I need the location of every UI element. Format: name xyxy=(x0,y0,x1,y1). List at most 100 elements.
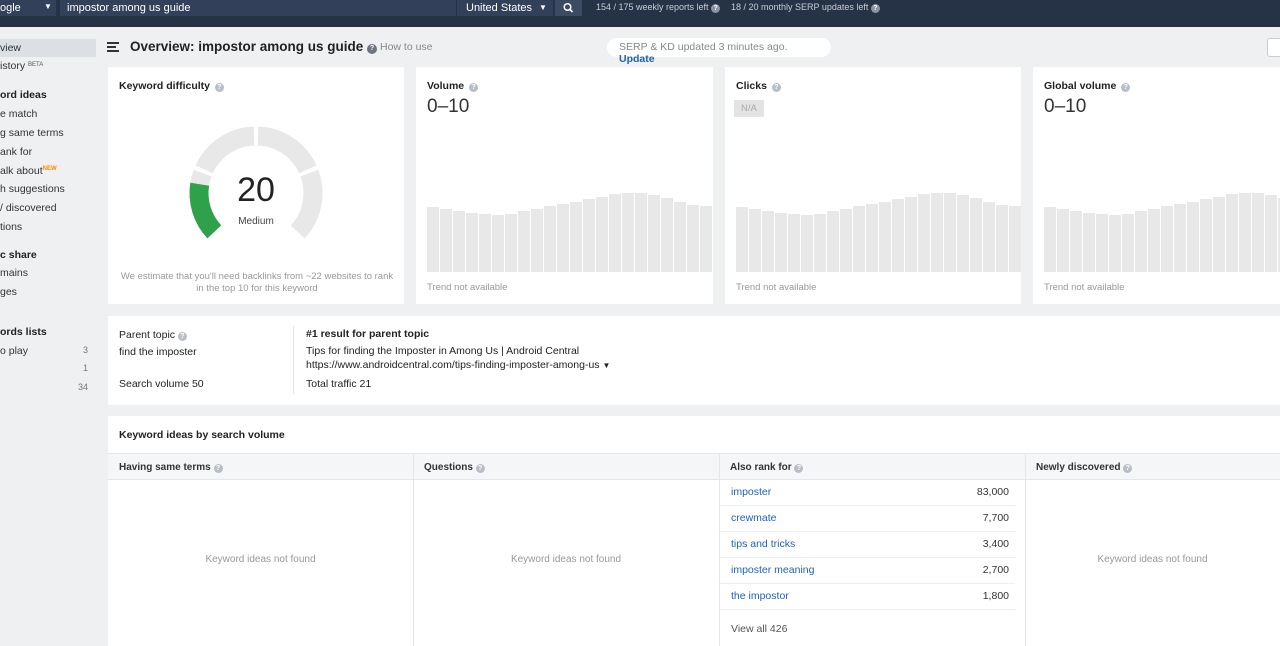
parent-topic-link[interactable]: find the imposter xyxy=(119,346,197,358)
trend-bar xyxy=(544,206,556,272)
trend-bar xyxy=(1057,209,1069,272)
trend-bar xyxy=(736,207,748,272)
clicks-card: Clicks ? N/A Trend not available xyxy=(725,67,1021,304)
volume-value: 0–10 xyxy=(427,96,470,117)
trend-bar xyxy=(648,195,660,272)
column-header: Questions ? xyxy=(413,453,719,480)
help-icon[interactable]: ? xyxy=(870,4,880,13)
help-icon[interactable]: ? xyxy=(1121,83,1131,92)
trend-bar xyxy=(1265,195,1277,272)
update-button[interactable]: Update xyxy=(619,53,655,65)
trend-bar xyxy=(749,209,761,272)
trend-note: Trend not available xyxy=(736,282,817,293)
sidebar-item-having-same-terms[interactable]: g same terms xyxy=(0,127,64,139)
caret-down-icon[interactable]: ▼ xyxy=(602,361,610,370)
gauge-segment-empty xyxy=(195,126,255,174)
sidebar-heading-keywords-lists: ords lists xyxy=(0,326,47,338)
trend-bar xyxy=(827,211,839,272)
sidebar-item-questions[interactable]: tions xyxy=(0,221,22,233)
list-count: 34 xyxy=(77,382,88,392)
sidebar-item-history[interactable]: istory BETA xyxy=(0,60,43,72)
gauge-segment-empty xyxy=(257,126,317,174)
keyword-volume: 83,000 xyxy=(976,486,1009,498)
trend-bar xyxy=(1044,207,1056,272)
help-icon[interactable]: ? xyxy=(771,83,781,92)
column-header: Newly discovered ? xyxy=(1025,453,1280,480)
sidebar-item-search-suggestions[interactable]: h suggestions xyxy=(0,183,65,195)
trend-bar xyxy=(479,214,491,272)
help-icon[interactable]: ? xyxy=(794,464,804,473)
chevron-down-icon: ▼ xyxy=(539,3,547,12)
trend-bar xyxy=(583,199,595,272)
view-all-link[interactable]: View all 426 xyxy=(731,623,787,635)
top-result-title-link[interactable]: Tips for finding the Imposter in Among U… xyxy=(306,345,579,357)
sidebar-list-item[interactable]: o play 3 xyxy=(0,345,102,357)
trend-bar xyxy=(1122,214,1134,272)
trend-note: Trend not available xyxy=(1044,282,1125,293)
help-icon[interactable]: ? xyxy=(1123,464,1133,473)
trend-bar xyxy=(944,193,956,272)
search-engine-dropdown[interactable]: ogle ▼ xyxy=(0,0,56,16)
sidebar-item-by-domains[interactable]: mains xyxy=(0,267,28,279)
keyword-volume: 2,700 xyxy=(982,564,1009,576)
trend-bar xyxy=(1083,213,1095,272)
trend-bar xyxy=(1174,204,1186,272)
sidebar-item-also-rank-for[interactable]: ank for xyxy=(0,146,32,158)
trend-bar xyxy=(557,204,569,272)
list-item: crewmate 7,700 xyxy=(719,506,1015,532)
trend-bar xyxy=(970,198,982,272)
help-icon[interactable]: ? xyxy=(469,83,479,92)
trend-bar xyxy=(518,211,530,272)
divider xyxy=(293,326,294,394)
search-button[interactable] xyxy=(555,0,582,16)
sidebar-item-also-talk-about[interactable]: alk aboutNEW xyxy=(0,165,57,177)
trend-bar xyxy=(1213,197,1225,272)
sidebar-item-newly-discovered[interactable]: / discovered xyxy=(0,202,57,214)
export-button[interactable] xyxy=(1267,38,1280,57)
sidebar-list-item[interactable]: 1 xyxy=(0,363,102,375)
global-volume-card: Global volume ? 0–10 Trend not available xyxy=(1033,67,1280,304)
keyword-volume: 7,700 xyxy=(982,512,1009,524)
trend-bar xyxy=(700,206,712,272)
global-volume-value: 0–10 xyxy=(1044,96,1087,117)
sidebar-item-by-pages[interactable]: ges xyxy=(0,286,17,298)
trend-bar xyxy=(453,211,465,272)
sidebar-item-overview[interactable]: view xyxy=(0,39,96,57)
trend-bar xyxy=(853,206,865,272)
help-icon[interactable]: ? xyxy=(213,464,223,473)
how-to-use-link[interactable]: ? How to use xyxy=(367,41,433,54)
keyword-link[interactable]: the impostor xyxy=(731,590,789,602)
trend-bar xyxy=(983,202,995,272)
keyword-ideas-title: Keyword ideas by search volume xyxy=(119,429,285,441)
trend-bar xyxy=(440,209,452,272)
sidebar-item-phrase-match[interactable]: e match xyxy=(0,108,37,120)
keyword-link[interactable]: tips and tricks xyxy=(731,538,795,550)
top-result-url-link[interactable]: https://www.androidcentral.com/tips-find… xyxy=(306,359,610,371)
chevron-down-icon: ▼ xyxy=(44,2,52,11)
card-title: Global volume ? xyxy=(1044,80,1131,92)
help-icon[interactable]: ? xyxy=(711,4,721,13)
trend-bar xyxy=(1070,211,1082,272)
help-icon[interactable]: ? xyxy=(475,464,485,473)
keyword-link[interactable]: crewmate xyxy=(731,512,777,524)
empty-state: Keyword ideas not found xyxy=(510,554,622,565)
keyword-difficulty-note: We estimate that you'll need backlinks f… xyxy=(120,271,394,294)
top-result-traffic: Total traffic 21 xyxy=(306,378,372,390)
keyword-link[interactable]: imposter meaning xyxy=(731,564,814,576)
search-engine-label: ogle xyxy=(0,2,21,14)
beta-badge: BETA xyxy=(28,62,44,68)
menu-icon[interactable] xyxy=(107,42,119,52)
trend-bar xyxy=(775,213,787,272)
trend-bar xyxy=(1161,206,1173,272)
trend-bar xyxy=(596,197,608,272)
trend-bar xyxy=(879,202,891,272)
sidebar-list-item[interactable]: 34 xyxy=(0,382,102,394)
help-icon[interactable]: ? xyxy=(177,332,187,341)
sidebar-heading-traffic-share: c share xyxy=(0,249,37,261)
trend-bar xyxy=(570,202,582,272)
keyword-link[interactable]: imposter xyxy=(731,486,771,498)
country-dropdown[interactable]: United States ▼ xyxy=(457,0,553,16)
keyword-search-input[interactable]: impostor among us guide xyxy=(60,0,456,16)
trend-bar xyxy=(814,214,826,272)
top-result-label: #1 result for parent topic xyxy=(306,328,430,340)
